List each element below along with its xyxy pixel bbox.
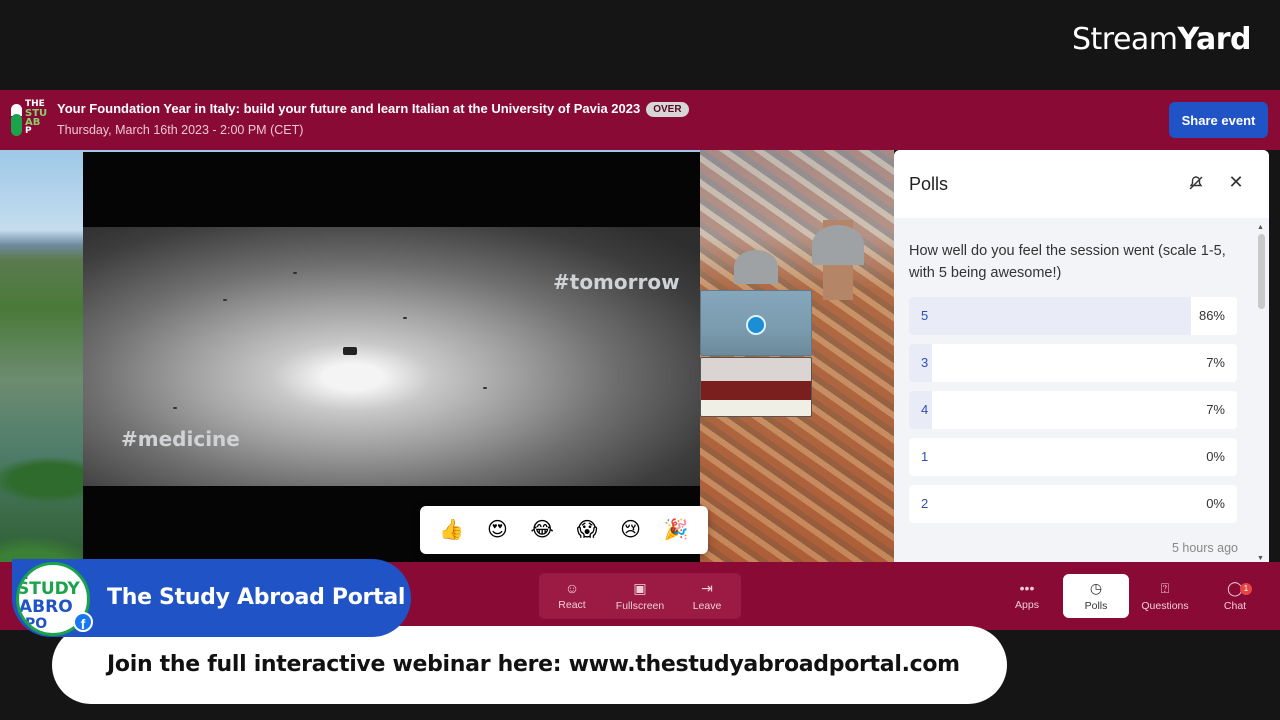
leave-icon: ⇥	[701, 580, 713, 596]
participant-tile[interactable]	[700, 290, 812, 356]
streamyard-logo: StreamYard	[1071, 22, 1252, 57]
viewer-controls: ☺ React ▣ Fullscreen ⇥ Leave	[539, 573, 741, 619]
poll-option: 1 0%	[909, 438, 1237, 476]
cathedral-dome	[812, 225, 864, 265]
poll-question: How well do you feel the session went (s…	[909, 243, 1226, 281]
apps-label: Apps	[1015, 599, 1039, 611]
more-icon: •••	[1019, 580, 1035, 596]
poll-timestamp: 5 hours ago	[1171, 541, 1238, 555]
polls-header: Polls ✕	[894, 150, 1269, 218]
hashtag-top: #tomorrow	[553, 270, 680, 294]
smiley-icon: ☺	[564, 580, 580, 596]
polls-button[interactable]: ◷ Polls	[1063, 574, 1129, 618]
chat-button[interactable]: ◯ 1 Chat	[1202, 574, 1268, 618]
poll-option-label: 1	[921, 449, 929, 464]
particle	[483, 387, 487, 389]
close-icon[interactable]: ✕	[1226, 172, 1246, 194]
poll-option: 5 86%	[909, 297, 1237, 335]
logo-line: P	[25, 126, 32, 136]
poll-option-label: 2	[921, 496, 929, 511]
leave-button[interactable]: ⇥ Leave	[675, 580, 739, 612]
poll-option-label: 5	[921, 308, 929, 323]
logo-pill-bottom	[11, 114, 22, 136]
reactions-bar: 👍 😍 😂 😱 😢 🎉	[420, 506, 708, 554]
questions-button[interactable]: ⍰ Questions	[1132, 574, 1198, 618]
scroll-thumb[interactable]	[1258, 234, 1265, 309]
fullscreen-icon: ▣	[633, 580, 647, 596]
polls-icon: ◷	[1089, 580, 1103, 596]
fullscreen-label: Fullscreen	[615, 600, 665, 612]
poll-option-percent: 7%	[1206, 402, 1225, 417]
logo-line: ABRO	[19, 597, 73, 617]
poll-option-percent: 0%	[1206, 496, 1225, 511]
scroll-up-icon[interactable]: ▲	[1257, 224, 1264, 231]
crying-reaction[interactable]: 😢	[620, 520, 641, 540]
mute-notifications-icon[interactable]	[1186, 175, 1206, 193]
poll-option: 2 0%	[909, 485, 1237, 523]
particle	[223, 299, 227, 301]
facebook-icon: f	[73, 612, 93, 632]
fullscreen-button[interactable]: ▣ Fullscreen	[608, 580, 672, 612]
polls-panel: Polls ✕ How well do you feel the session…	[894, 150, 1269, 562]
particle	[343, 347, 357, 355]
streamyard-viewer: StreamYard THE STU AB P Your Foundation …	[0, 0, 1280, 720]
laughing-reaction[interactable]: 😂	[531, 520, 554, 540]
scroll-down-icon[interactable]: ▼	[1257, 555, 1264, 562]
poll-option: 3 7%	[909, 344, 1237, 382]
particle	[403, 317, 407, 319]
poll-option: 4 7%	[909, 391, 1237, 429]
event-header	[0, 90, 1280, 150]
leave-label: Leave	[692, 600, 722, 612]
video-frame: #tomorrow #medicine	[83, 227, 700, 486]
logo-text: THE STU AB P	[25, 100, 47, 136]
participant-tile[interactable]	[700, 357, 812, 417]
poll-result-bar	[909, 297, 1192, 335]
poll-option-label: 4	[921, 402, 929, 417]
participant-avatar	[746, 315, 766, 335]
particle	[173, 407, 177, 409]
shocked-reaction[interactable]: 😱	[577, 520, 598, 540]
chat-icon: ◯	[1227, 580, 1243, 596]
heart-eyes-reaction[interactable]: 😍	[487, 520, 508, 540]
question-icon: ⍰	[1160, 580, 1170, 596]
event-date: Thursday, March 16th 2023 - 2:00 PM (CET…	[57, 123, 304, 137]
react-label: React	[558, 599, 586, 611]
questions-label: Questions	[1141, 600, 1189, 612]
poll-option-percent: 7%	[1206, 355, 1225, 370]
share-event-button[interactable]: Share event	[1169, 102, 1268, 138]
event-title-text: Your Foundation Year in Italy: build you…	[57, 101, 641, 116]
poll-option-percent: 86%	[1198, 308, 1225, 323]
apps-button[interactable]: ••• Apps	[994, 574, 1060, 618]
party-reaction[interactable]: 🎉	[664, 520, 689, 540]
polls-title: Polls	[909, 174, 949, 194]
logo-line: STUDY	[17, 579, 80, 599]
react-button[interactable]: ☺ React	[540, 580, 604, 611]
brand-light-text: Stream	[1071, 22, 1178, 57]
polls-scrollbar[interactable]: ▲ ▼	[1255, 224, 1267, 562]
status-badge: OVER	[646, 102, 689, 117]
church-dome	[734, 250, 778, 284]
city-background	[700, 150, 894, 562]
host-name: The Study Abroad Portal	[107, 585, 406, 610]
hashtag-bottom: #medicine	[121, 427, 240, 451]
event-logo: THE STU AB P	[9, 100, 49, 138]
brand-bold-text: Yard	[1177, 22, 1252, 57]
chat-unread-badge: 1	[1240, 583, 1252, 595]
poll-option-percent: 0%	[1206, 449, 1225, 464]
main-video[interactable]: #tomorrow #medicine	[83, 152, 700, 562]
top-bar: StreamYard	[0, 0, 1280, 90]
event-title: Your Foundation Year in Italy: build you…	[57, 101, 689, 117]
chat-label: Chat	[1223, 600, 1247, 612]
polls-label: Polls	[1084, 600, 1108, 612]
poll-option-label: 3	[921, 355, 929, 370]
thumbs-up-reaction[interactable]: 👍	[439, 520, 464, 540]
logo-line: PO	[25, 616, 48, 632]
particle	[293, 272, 297, 274]
cta-text: Join the full interactive webinar here: …	[107, 652, 960, 677]
